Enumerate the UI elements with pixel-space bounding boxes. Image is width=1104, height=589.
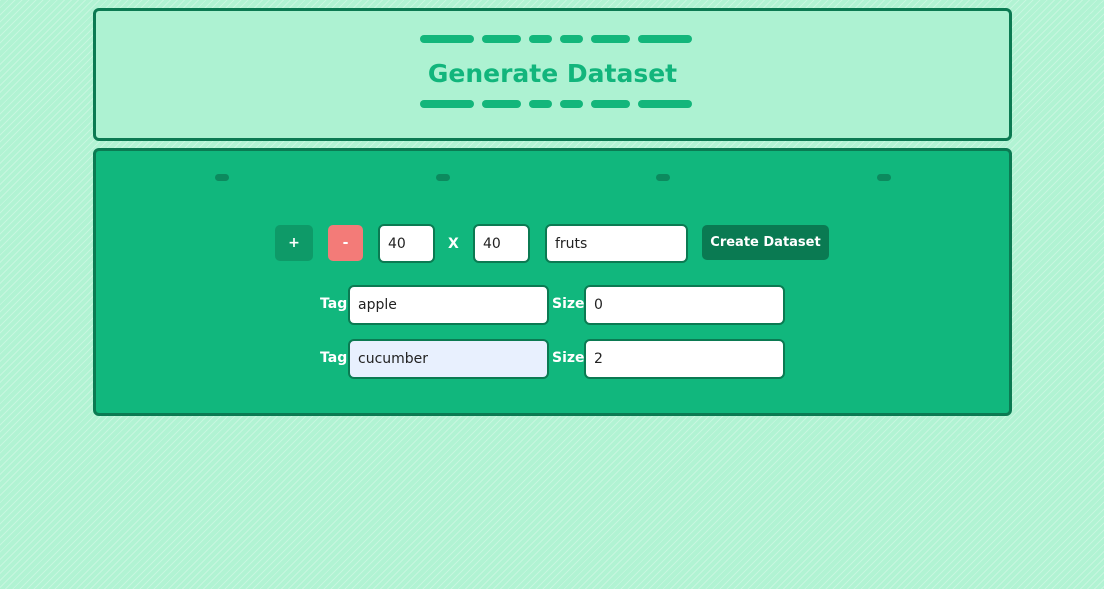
- remove-row-button[interactable]: -: [328, 225, 363, 261]
- dash: [420, 100, 474, 108]
- indicator-pill: [656, 174, 670, 181]
- tag-label: Tag: [320, 296, 348, 312]
- tag-input[interactable]: [348, 285, 549, 325]
- dash: [529, 35, 552, 43]
- dash: [591, 100, 630, 108]
- dash: [482, 100, 521, 108]
- decorative-dashes-bottom: [420, 100, 692, 108]
- dash: [420, 35, 474, 43]
- decorative-dashes-top: [420, 35, 692, 43]
- dash: [638, 35, 692, 43]
- size-input[interactable]: [584, 285, 785, 325]
- size-input[interactable]: [584, 339, 785, 379]
- page-title: Generate Dataset: [427, 59, 678, 88]
- dataset-name-input[interactable]: [545, 224, 688, 263]
- dash: [638, 100, 692, 108]
- indicator-pill: [877, 174, 891, 181]
- size-label: Size: [552, 296, 585, 312]
- dash: [560, 35, 583, 43]
- indicator-pill: [215, 174, 229, 181]
- indicator-pill: [436, 174, 450, 181]
- dash: [591, 35, 630, 43]
- header-card: Generate Dataset: [93, 8, 1012, 141]
- size-label: Size: [552, 350, 585, 366]
- width-input[interactable]: [378, 224, 435, 263]
- dash: [482, 35, 521, 43]
- tag-label: Tag: [320, 350, 348, 366]
- add-row-button[interactable]: +: [275, 225, 313, 261]
- dataset-panel: + - X Create Dataset Tag Size Tag Size: [93, 148, 1012, 416]
- dash: [529, 100, 552, 108]
- times-label: X: [448, 236, 459, 252]
- create-dataset-button[interactable]: Create Dataset: [702, 225, 829, 260]
- height-input[interactable]: [473, 224, 530, 263]
- dash: [560, 100, 583, 108]
- tag-input[interactable]: [348, 339, 549, 379]
